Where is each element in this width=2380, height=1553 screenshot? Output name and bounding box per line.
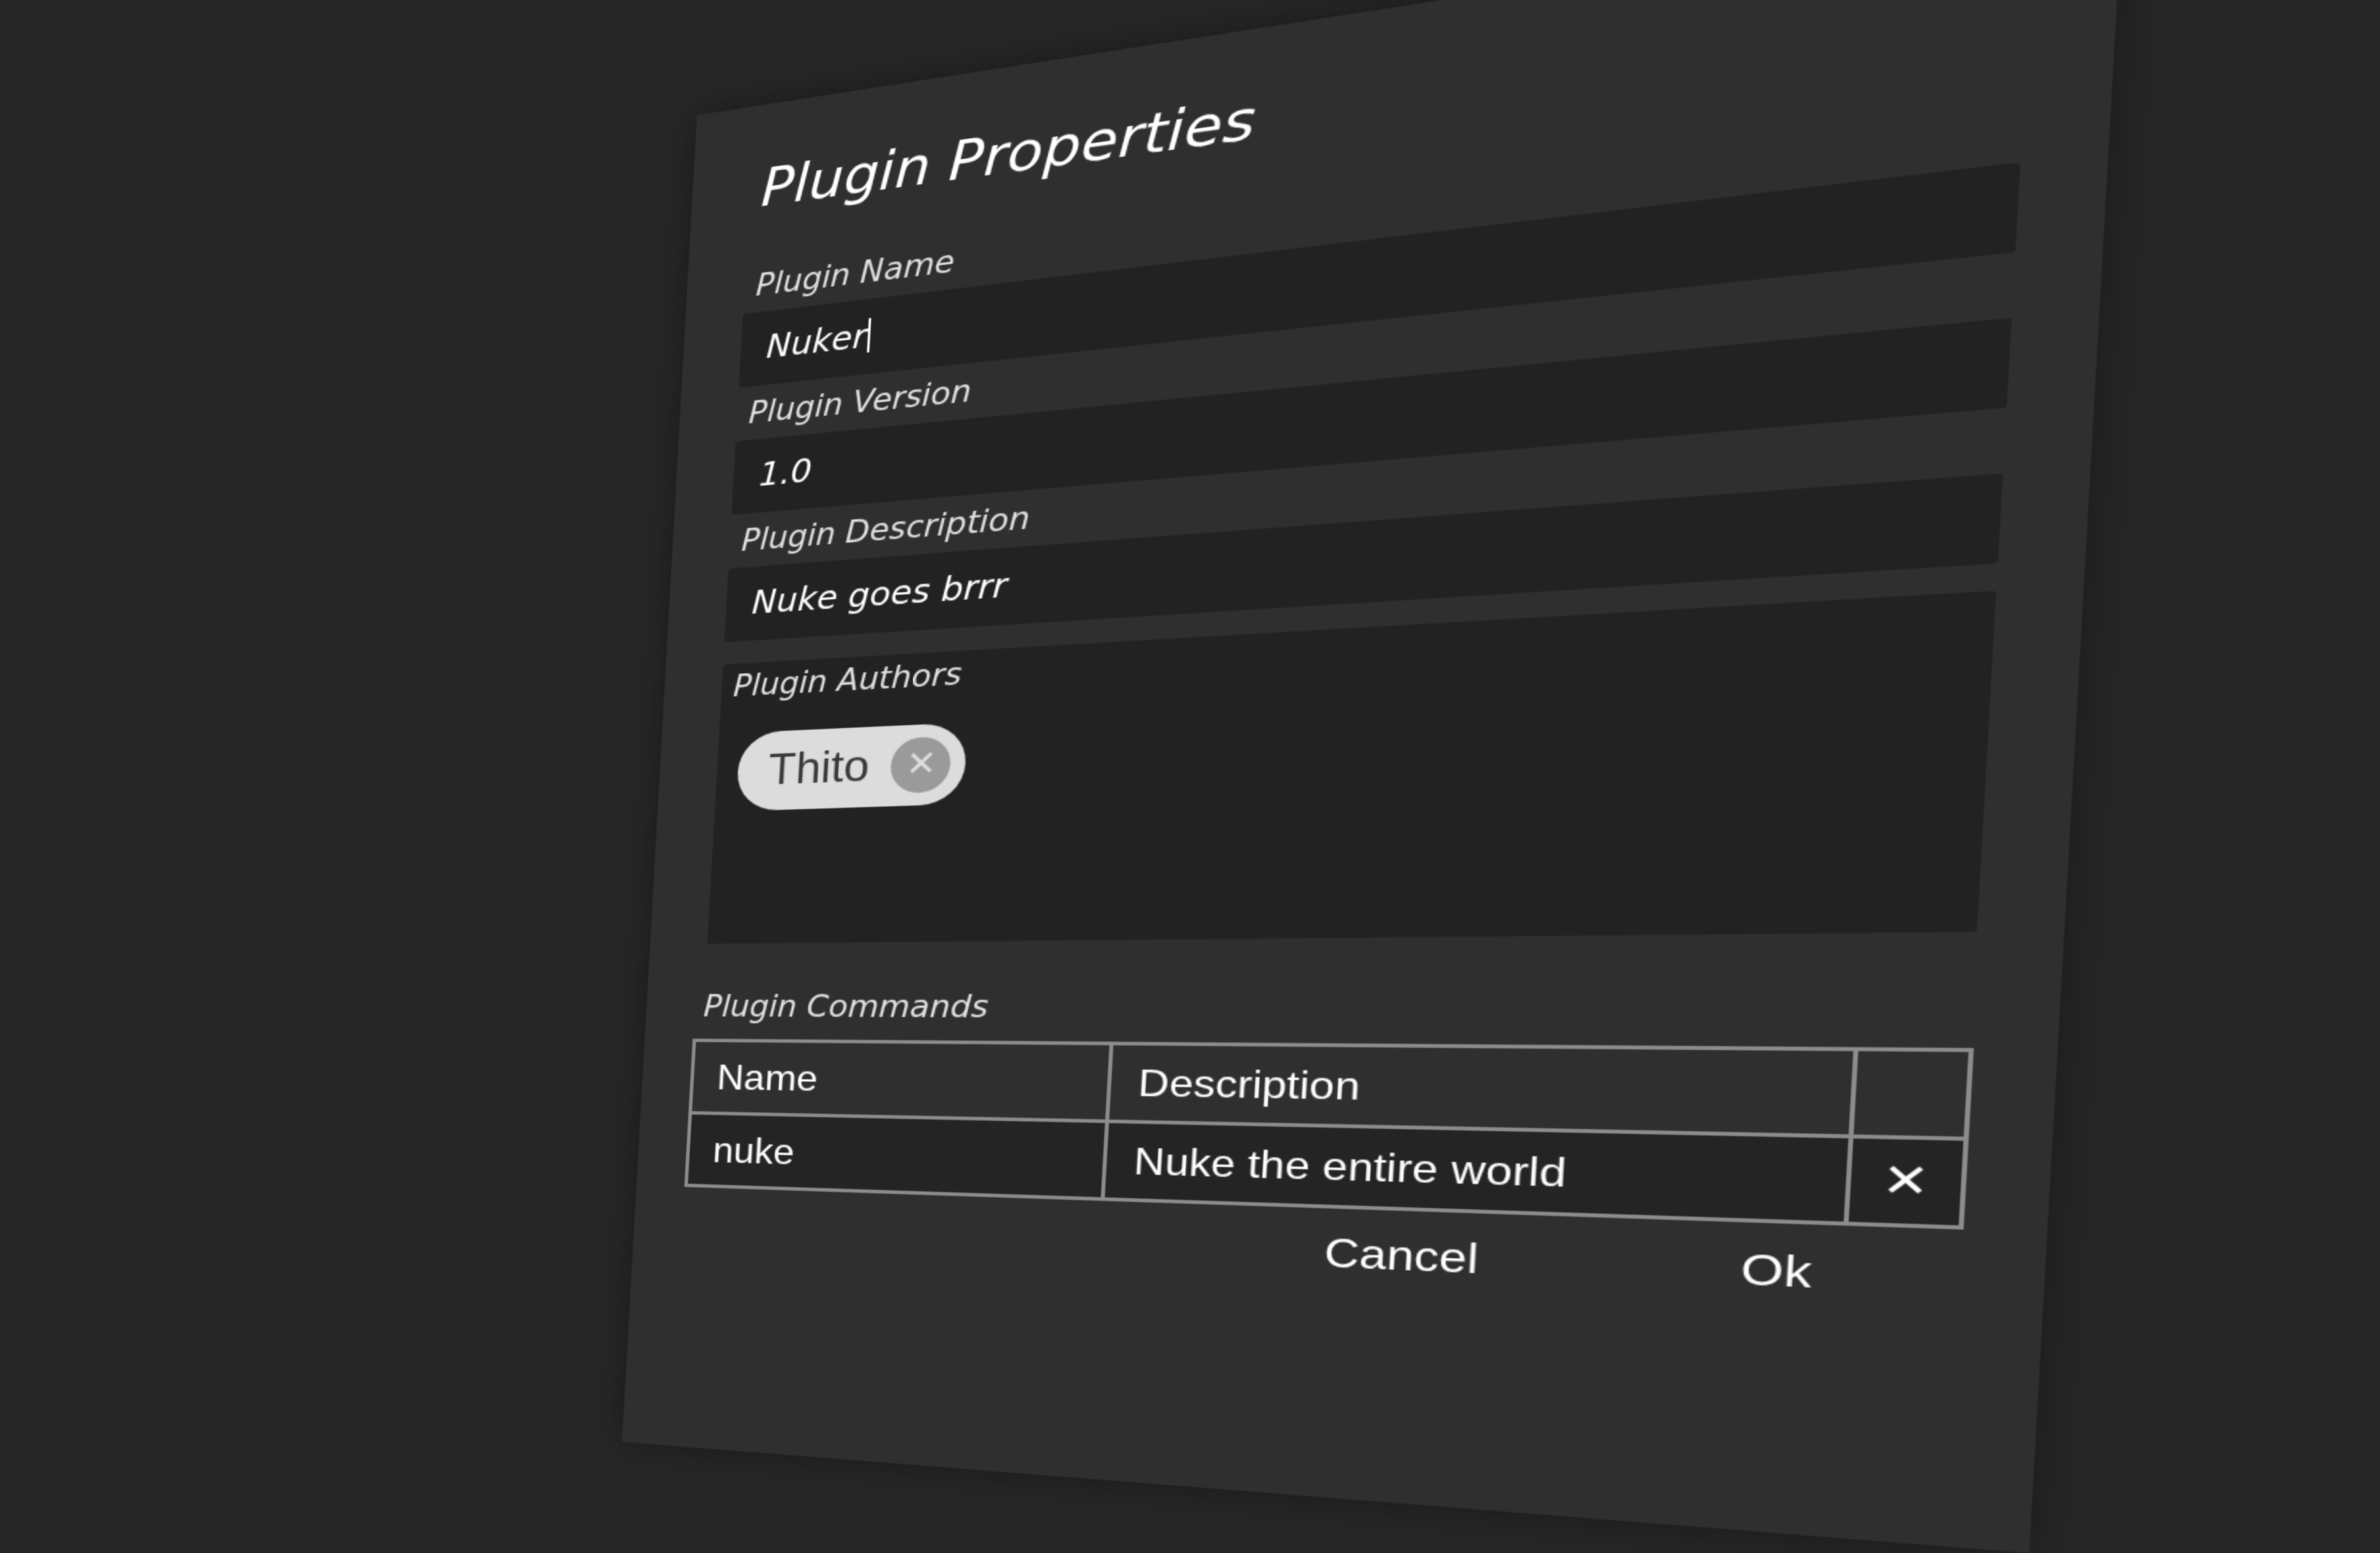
- plugin-version-value: 1.0: [758, 451, 814, 494]
- plugin-name-value: Nuker: [765, 317, 867, 366]
- command-description-cell[interactable]: Nuke the entire world: [1103, 1121, 1851, 1224]
- ok-button[interactable]: Ok: [1740, 1245, 1813, 1300]
- plugin-authors-box[interactable]: Thito ✕: [707, 590, 1997, 944]
- plugin-commands-label: Plugin Commands: [702, 990, 990, 1026]
- close-icon: ✕: [1880, 1154, 1932, 1209]
- plugin-properties-dialog: Plugin Properties Plugin Name Nuker Plug…: [622, 0, 2123, 1553]
- scene-background: Plugin Properties Plugin Name Nuker Plug…: [0, 0, 2380, 1553]
- column-header-actions: [1850, 1049, 1971, 1139]
- plugin-description-value: Nuke goes brrr: [750, 566, 1008, 622]
- author-chip-label: Thito: [767, 742, 871, 795]
- dialog-title: Plugin Properties: [760, 86, 1258, 219]
- delete-command-button[interactable]: ✕: [1846, 1136, 1967, 1228]
- command-name-cell[interactable]: nuke: [686, 1113, 1108, 1200]
- close-circle-icon[interactable]: ✕: [890, 736, 953, 794]
- cancel-button[interactable]: Cancel: [1323, 1229, 1480, 1285]
- author-chip[interactable]: Thito ✕: [735, 722, 969, 811]
- plugin-commands-table: Name Description nuke Nuke the entire wo…: [685, 1038, 1974, 1229]
- column-header-description: Description: [1107, 1043, 1856, 1136]
- column-header-name: Name: [690, 1040, 1112, 1121]
